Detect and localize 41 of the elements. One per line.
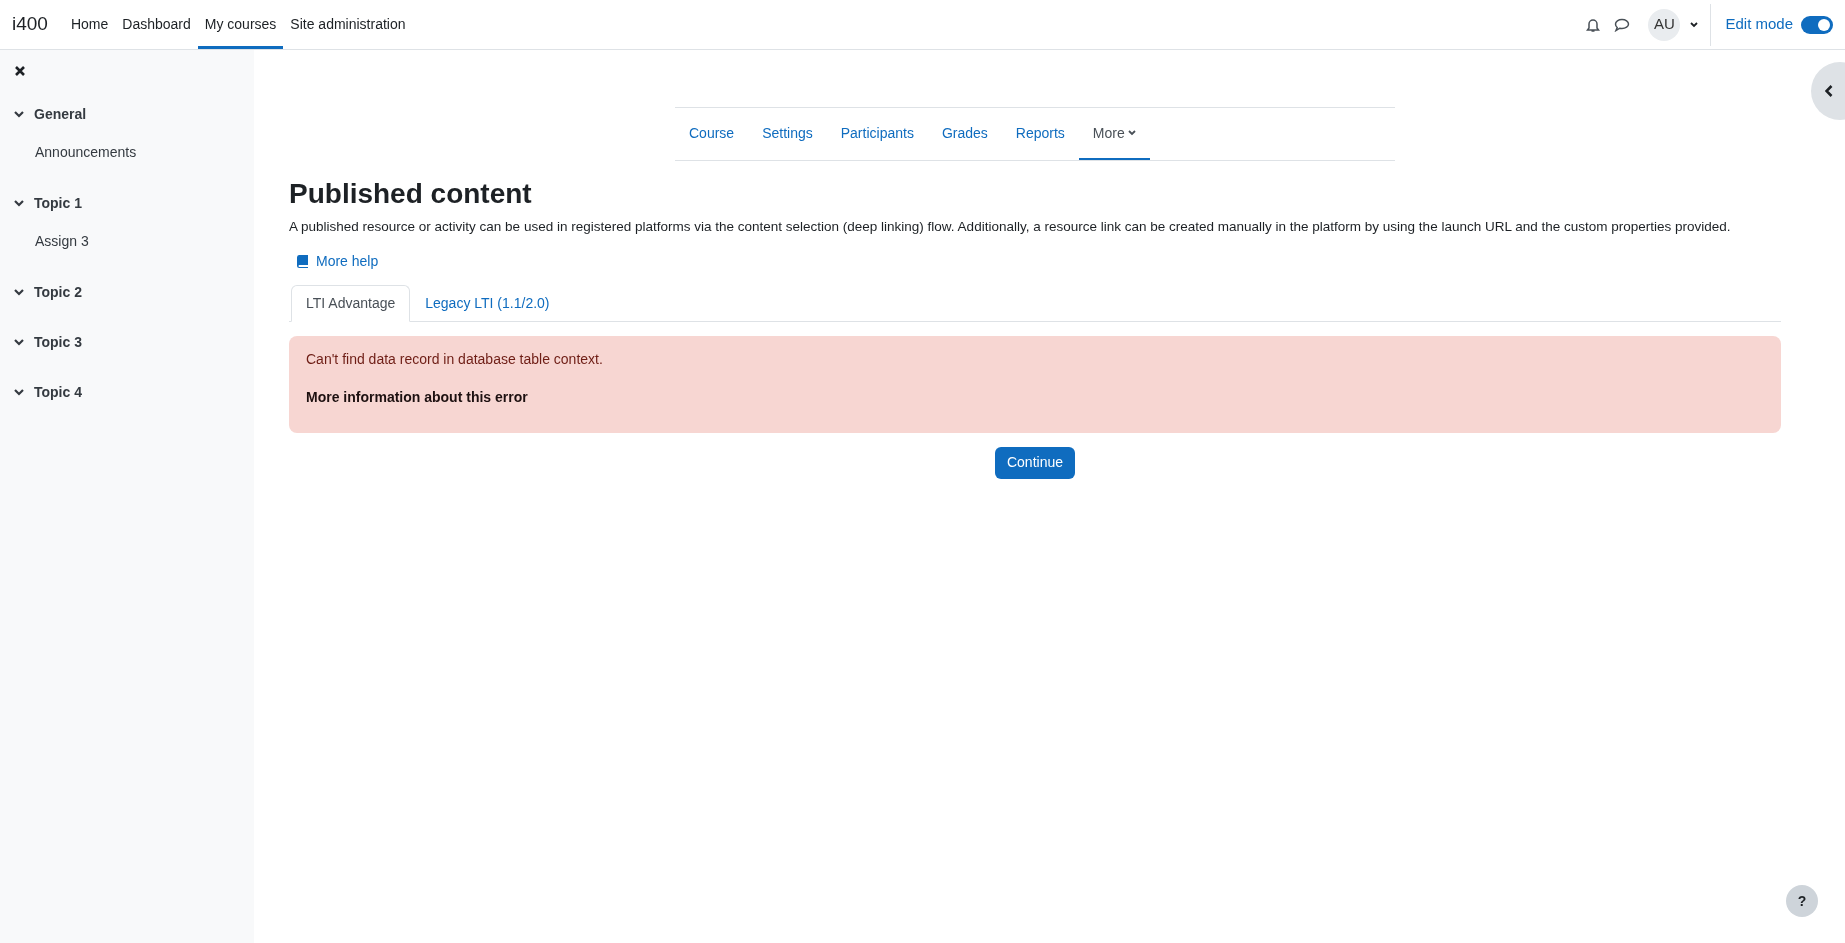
course-nav-link[interactable]: Settings	[748, 108, 827, 160]
activity-link[interactable]: Assign 3	[35, 231, 240, 252]
help-button[interactable]: ?	[1786, 885, 1818, 917]
continue-button[interactable]: Continue	[994, 446, 1075, 479]
edit-mode-label: Edit mode	[1725, 14, 1793, 35]
section-title[interactable]: Topic 2	[34, 281, 82, 303]
tab[interactable]: LTI Advantage	[291, 284, 411, 322]
section-title[interactable]: General	[34, 103, 87, 125]
site-name[interactable]: i400	[12, 10, 48, 39]
section-title[interactable]: Topic 3	[34, 331, 82, 353]
chevron-down-icon[interactable]	[14, 288, 24, 296]
more-menu[interactable]: More	[1078, 108, 1150, 160]
chevron-down-icon[interactable]	[14, 110, 24, 118]
nav-link[interactable]: Site administration	[283, 0, 413, 49]
page-heading: Published content	[289, 177, 533, 211]
course-nav-link[interactable]: Course	[675, 108, 749, 160]
chevron-down-icon[interactable]	[14, 338, 24, 346]
course-nav-link[interactable]: Grades	[927, 108, 1002, 160]
page-description: A published resource or activity can be used in registered platforms via the content selection (deep linking) flow. Additionally, a resource link can be created manually in the platform by using the launch URL and the custom properties provided.	[289, 217, 1732, 236]
tab[interactable]: Legacy LTI (1.1/2.0)	[410, 284, 565, 322]
error-details-heading: More information about this error	[306, 387, 529, 407]
close-icon[interactable]	[15, 66, 25, 76]
error-message: Can't find data record in database table context.	[306, 349, 604, 369]
section-title[interactable]: Topic 1	[34, 192, 82, 214]
course-nav-link[interactable]: Participants	[826, 108, 928, 160]
nav-link[interactable]: Home	[63, 0, 116, 49]
user-avatar[interactable]: AU	[1648, 8, 1681, 41]
more-help-link[interactable]: More help	[296, 250, 379, 272]
section-title[interactable]: Topic 4	[34, 381, 82, 403]
edit-mode-toggle[interactable]	[1801, 15, 1833, 34]
book-icon	[296, 254, 308, 268]
chevron-down-icon[interactable]	[14, 388, 24, 396]
course-nav-link[interactable]: Reports	[1001, 108, 1079, 160]
bell-icon[interactable]	[1586, 16, 1601, 33]
caret-icon	[1127, 130, 1136, 136]
caret-icon[interactable]	[1690, 21, 1699, 28]
activity-link[interactable]: Announcements	[35, 142, 240, 163]
chat-icon[interactable]	[1614, 17, 1631, 32]
chevron-left-icon	[1825, 85, 1833, 97]
chevron-down-icon[interactable]	[14, 199, 24, 207]
nav-link[interactable]: Dashboard	[115, 0, 198, 49]
